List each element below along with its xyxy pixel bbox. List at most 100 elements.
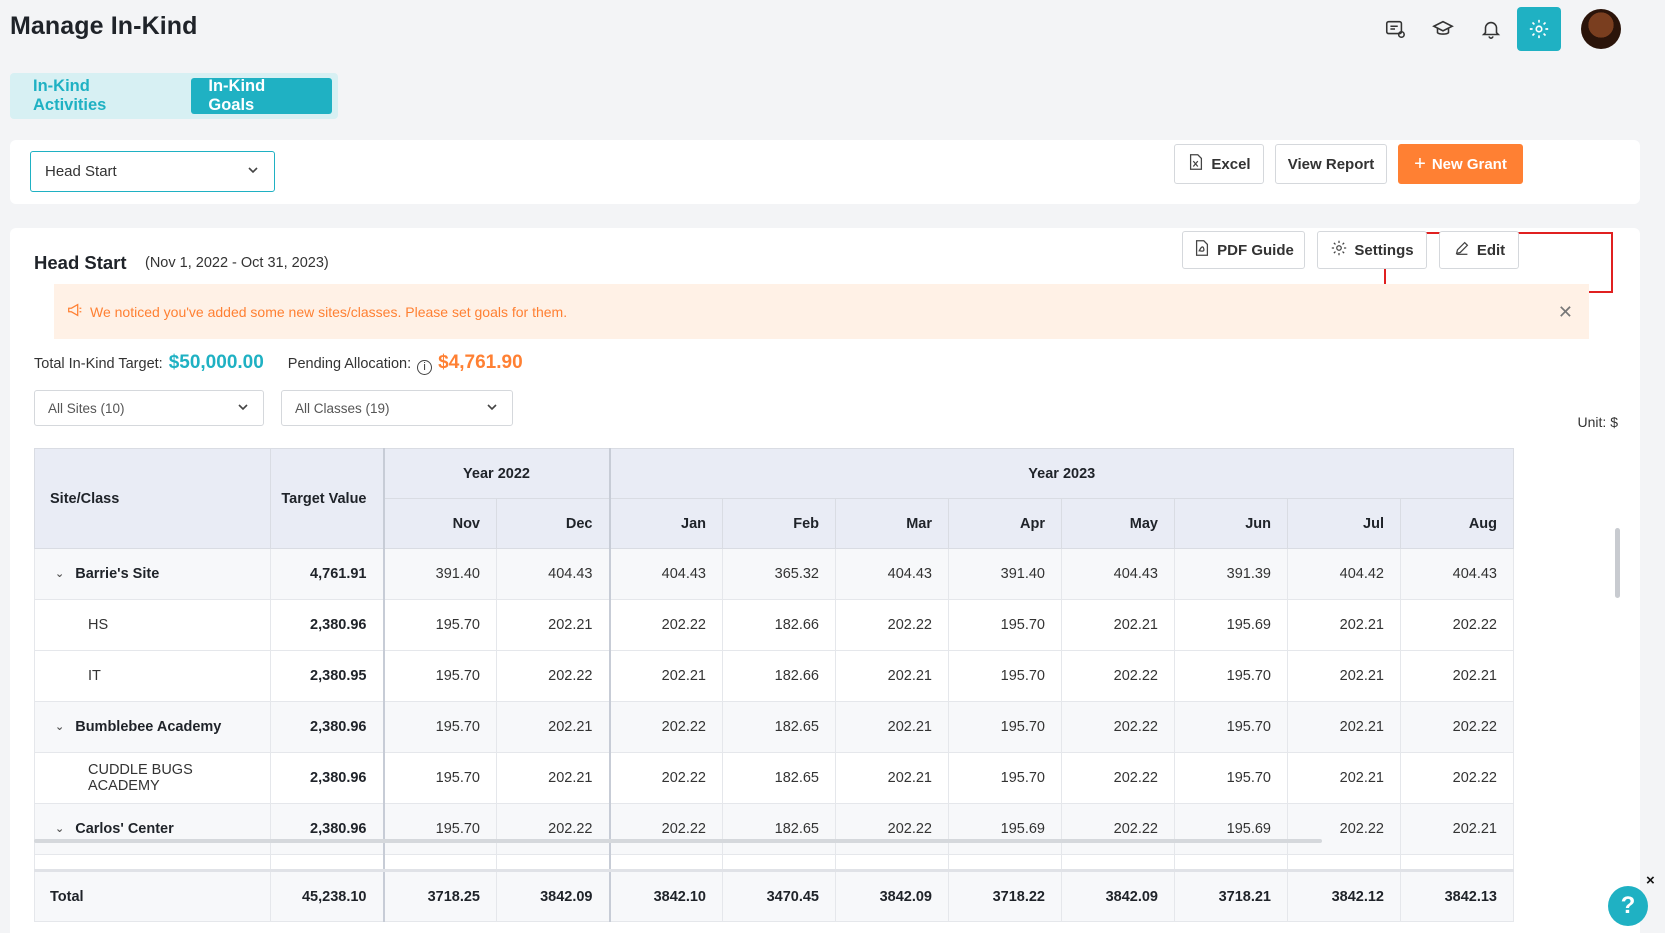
target-value-cell: 2,380.95 [270,650,384,702]
month-value-cell: 202.21 [1400,803,1514,855]
bell-icon[interactable] [1469,7,1513,51]
pdf-guide-label: PDF Guide [1217,241,1294,259]
month-value-cell: 3718.22 [948,869,1062,922]
month-value-cell: 365.32 [722,548,836,600]
top-bar: Manage In-Kind [0,0,1665,60]
horizontal-scrollbar[interactable] [34,839,1322,843]
table-row[interactable]: IT 2,380.95 195.70 202.22 202.21 182.66 202.21… [34,650,1514,702]
help-close-icon[interactable]: × [1646,872,1655,889]
month-value-cell: 3470.45 [722,869,836,922]
tab-bar: In-Kind Activities In-Kind Goals [10,73,338,119]
month-value-cell: 3842.09 [1061,869,1175,922]
month-value-cell: 3842.13 [1400,869,1514,922]
sites-filter[interactable]: All Sites (10) [34,390,264,426]
gear-icon[interactable] [1517,7,1561,51]
empty-cell [496,854,610,871]
col-month: Aug [1400,498,1514,549]
avatar[interactable] [1581,9,1621,49]
row-label: CUDDLE BUGS ACADEMY [88,762,193,794]
pdf-guide-button[interactable]: PDF Guide [1182,231,1305,269]
month-value-cell: 202.22 [835,599,949,651]
month-value-cell: 202.21 [1287,752,1401,804]
table-row[interactable]: Total 45,238.10 3718.25 3842.09 3842.10 3470.… [34,869,1514,922]
month-value-cell: 404.43 [835,548,949,600]
empty-cell [270,854,384,871]
col-year-2023: Year 2023 [608,448,1514,499]
month-value-cell: 195.70 [382,701,497,753]
month-value-cell: 195.70 [382,752,497,804]
graduation-cap-icon[interactable] [1421,7,1465,51]
table-row[interactable]: CUDDLE BUGS ACADEMY 2,380.96 195.70 202.21 2… [34,752,1514,804]
chevron-down-icon [246,163,260,181]
table-row[interactable]: ⌄ Barrie's Site 4,761.91 391.40 404.43 404.43… [34,548,1514,600]
month-value-cell: 391.40 [948,548,1062,600]
pending-label: Pending Allocation: [287,356,412,372]
empty-cell [722,854,836,871]
month-value-cell: 195.70 [948,599,1062,651]
pending-allocation: Pending Allocation: i $4,761.90 [287,352,523,375]
message-icon[interactable] [1373,7,1417,51]
classes-filter-value: All Classes (19) [295,400,390,416]
info-icon[interactable]: i [417,359,433,375]
month-value-cell: 202.22 [608,752,723,804]
new-sites-notice: We noticed you've added some new sites/c… [54,284,1589,339]
empty-cell [1174,854,1288,871]
table-row-spacer [34,854,1514,871]
settings-button[interactable]: Settings [1317,231,1427,269]
gear-icon [1330,239,1348,261]
site-name: ⌄ Carlos' Center [34,803,271,855]
tab-in-kind-activities[interactable]: In-Kind Activities [16,77,183,114]
month-value-cell: 3842.10 [608,869,723,922]
goals-card: Head Start (Nov 1, 2022 - Oct 31, 2023) … [10,228,1640,933]
month-value-cell: 182.66 [722,650,836,702]
table-row[interactable]: ⌄ Bumblebee Academy 2,380.96 195.70 202.21 20… [34,701,1514,753]
month-value-cell: 391.40 [382,548,497,600]
month-value-cell: 195.70 [1174,650,1288,702]
empty-cell [1061,854,1175,871]
month-value-cell: 182.66 [722,599,836,651]
classes-filter[interactable]: All Classes (19) [281,390,513,426]
col-month: Jan [608,498,723,549]
month-value-cell: 202.22 [1400,599,1514,651]
month-value-cell: 195.70 [382,650,497,702]
program-select-value: Head Start [45,163,117,180]
month-value-cell: 202.22 [1061,752,1175,804]
month-value-cell: 3718.25 [382,869,497,922]
plus-icon: + [1414,153,1426,175]
program-select[interactable]: Head Start [30,151,275,192]
chevron-down-icon[interactable]: ⌄ [55,567,64,580]
col-month: Jun [1174,498,1288,549]
vertical-scrollbar[interactable] [1615,528,1620,598]
month-value-cell: 202.21 [835,650,949,702]
chevron-down-icon[interactable]: ⌄ [55,720,64,733]
table-row[interactable]: ⌄ Carlos' Center 2,380.96 195.70 202.22 202.2… [34,803,1514,855]
row-label: Barrie's Site [75,566,160,582]
month-value-cell: 195.70 [382,599,497,651]
month-value-cell: 202.22 [608,701,723,753]
help-button[interactable]: ? [1608,886,1648,926]
month-value-cell: 202.21 [835,752,949,804]
tab-in-kind-goals[interactable]: In-Kind Goals [191,77,332,114]
month-value-cell: 202.21 [608,650,723,702]
edit-button[interactable]: Edit [1439,231,1519,269]
table-row[interactable]: HS 2,380.96 195.70 202.21 202.22 182.66 202.22… [34,599,1514,651]
month-value-cell: 195.70 [948,701,1062,753]
site-name: ⌄ Bumblebee Academy [34,701,271,753]
month-value-cell: 202.21 [1287,701,1401,753]
pdf-icon [1193,239,1211,261]
site-name: ⌄ Barrie's Site [34,548,271,600]
month-value-cell: 195.70 [1174,701,1288,753]
close-icon[interactable]: ✕ [1558,302,1573,323]
row-label: Carlos' Center [75,821,174,837]
view-report-button[interactable]: View Report [1275,144,1387,184]
col-month: Dec [496,498,610,549]
target-value-cell: 2,380.96 [270,803,384,855]
month-value-cell: 404.43 [1400,548,1514,600]
row-label: Bumblebee Academy [75,719,222,735]
col-month: Nov [382,498,497,549]
new-grant-button[interactable]: + New Grant [1398,144,1523,184]
month-value-cell: 202.22 [835,803,949,855]
chevron-down-icon[interactable]: ⌄ [55,822,64,835]
col-month: Jul [1287,498,1401,549]
excel-button[interactable]: Excel [1174,144,1264,184]
